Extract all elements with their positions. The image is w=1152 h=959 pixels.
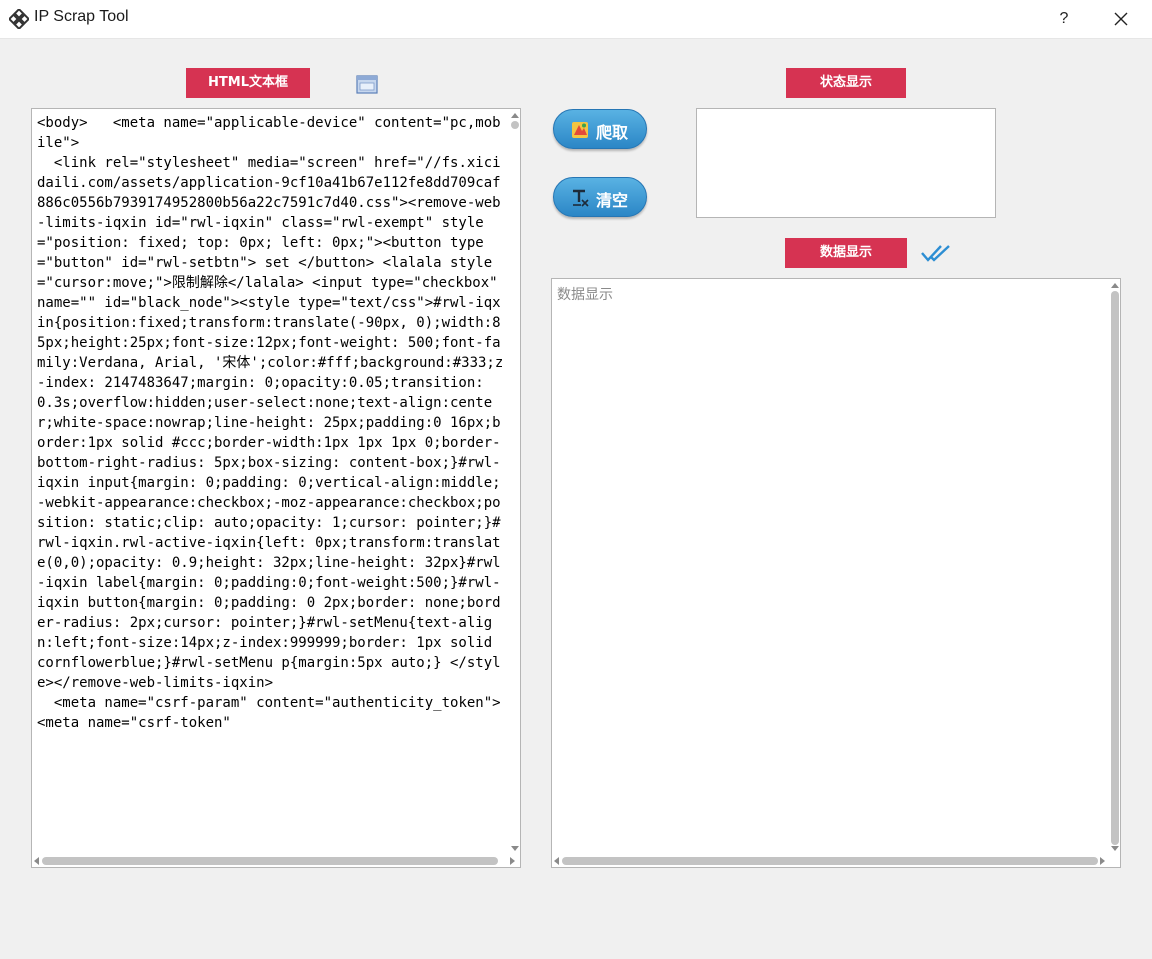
html-text-area[interactable]: <body> <meta name="applicable-device" co… — [31, 108, 521, 868]
data-display[interactable]: 数据显示 — [551, 278, 1121, 868]
html-box-label: HTML文本框 — [186, 68, 310, 98]
status-display[interactable] — [696, 108, 996, 218]
html-vertical-scrollbar[interactable] — [509, 109, 520, 855]
crawl-icon — [572, 122, 588, 138]
data-label: 数据显示 — [785, 238, 907, 268]
diamond-grid-icon — [9, 9, 29, 29]
clear-format-icon — [573, 189, 589, 207]
data-horizontal-scrollbar[interactable] — [552, 855, 1120, 867]
data-vertical-scrollbar[interactable] — [1109, 279, 1120, 855]
close-icon[interactable] — [1110, 8, 1132, 30]
clear-button-label: 清空 — [596, 191, 629, 210]
data-display-placeholder: 数据显示 — [557, 287, 613, 303]
html-horizontal-scrollbar[interactable] — [32, 855, 520, 867]
help-button[interactable]: ? — [1054, 7, 1074, 31]
clear-button[interactable]: 清空 — [553, 177, 647, 217]
window-title: IP Scrap Tool — [34, 8, 129, 25]
browser-window-icon[interactable] — [355, 74, 379, 96]
crawl-button-label: 爬取 — [596, 123, 629, 142]
status-label: 状态显示 — [786, 68, 906, 98]
crawl-button[interactable]: 爬取 — [553, 109, 647, 149]
double-check-icon[interactable] — [920, 243, 952, 263]
html-source-text[interactable]: <body> <meta name="applicable-device" co… — [37, 113, 507, 861]
title-bar: IP Scrap Tool ? — [0, 0, 1152, 39]
